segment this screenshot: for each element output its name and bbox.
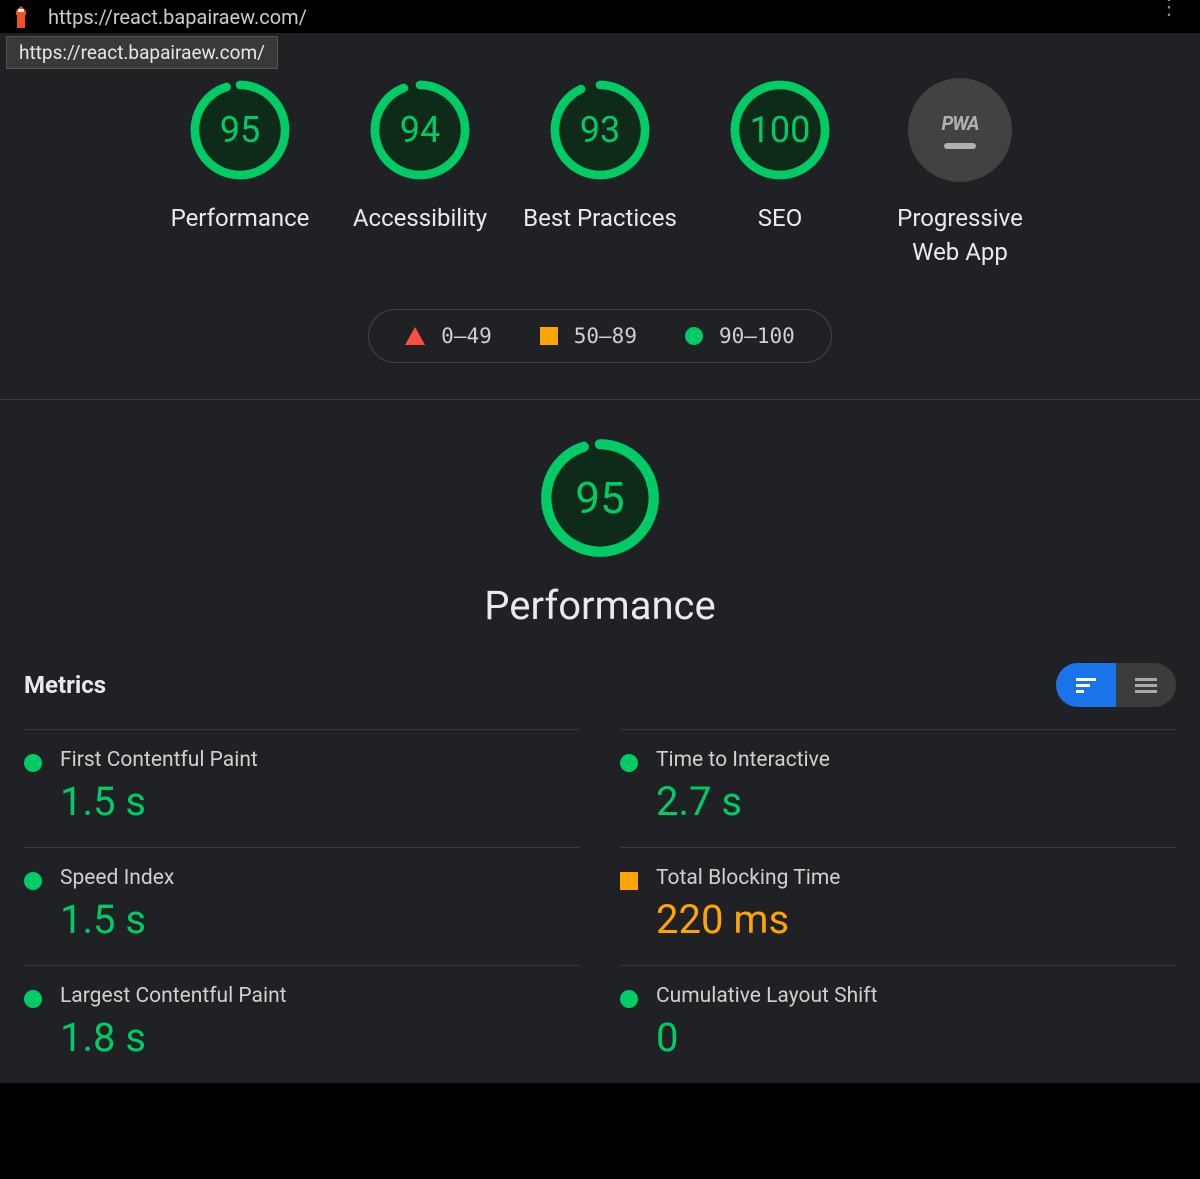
- gauge-score: 93: [548, 78, 652, 182]
- metric-value: 1.8 s: [60, 1014, 580, 1061]
- gauge-label: Performance: [171, 202, 310, 236]
- metric-value: 220 ms: [656, 896, 1176, 943]
- gauge-circle: 95: [188, 78, 292, 182]
- pwa-icon: PWA: [942, 112, 979, 135]
- url-display[interactable]: https://react.bapairaew.com/: [48, 5, 307, 29]
- gauge-circle: 94: [368, 78, 472, 182]
- metric-tbt[interactable]: Total Blocking Time 220 ms: [620, 847, 1176, 965]
- toolbar: https://react.bapairaew.com/ ⋮ https://r…: [0, 0, 1200, 33]
- gauge-performance[interactable]: 95 Performance: [155, 78, 325, 269]
- gauge-circle-large: 95: [538, 436, 662, 560]
- bars-equal-icon: [1135, 678, 1157, 693]
- metrics-title: Metrics: [24, 671, 106, 699]
- report-body: 95 Performance 94 Accessibility 93: [0, 33, 1200, 1083]
- gauge-label: Progressive Web App: [875, 202, 1045, 269]
- legend-pass: 90–100: [685, 324, 795, 348]
- bars-short-icon: [1076, 678, 1096, 693]
- gauge-circle: 93: [548, 78, 652, 182]
- gauge-score: 100: [728, 78, 832, 182]
- status-icon: [24, 754, 42, 772]
- score-gauges: 95 Performance 94 Accessibility 93: [0, 78, 1200, 269]
- status-icon: [620, 872, 638, 890]
- gauge-label: Accessibility: [353, 202, 487, 236]
- metric-value: 2.7 s: [656, 778, 1176, 825]
- metric-fcp[interactable]: First Contentful Paint 1.5 s: [24, 729, 580, 847]
- legend-pass-range: 90–100: [719, 324, 795, 348]
- metric-value: 1.5 s: [60, 778, 580, 825]
- gauge-accessibility[interactable]: 94 Accessibility: [335, 78, 505, 269]
- kebab-menu-icon[interactable]: ⋮: [1158, 3, 1180, 13]
- metric-name: Time to Interactive: [656, 748, 1176, 772]
- metric-cls[interactable]: Cumulative Layout Shift 0: [620, 965, 1176, 1083]
- view-compact-button[interactable]: [1056, 663, 1116, 707]
- gauge-score: 95: [188, 78, 292, 182]
- square-icon: [540, 327, 558, 345]
- gauge-label: SEO: [758, 202, 802, 236]
- legend-average-range: 50–89: [574, 324, 637, 348]
- metric-name: Largest Contentful Paint: [60, 984, 580, 1008]
- status-icon: [24, 872, 42, 890]
- gauge-score: 94: [368, 78, 472, 182]
- pwa-badge: PWA: [908, 78, 1012, 182]
- status-icon: [620, 990, 638, 1008]
- legend-fail-range: 0–49: [441, 324, 492, 348]
- status-icon: [620, 754, 638, 772]
- metrics-grid: First Contentful Paint 1.5 s Time to Int…: [24, 729, 1176, 1083]
- performance-title: Performance: [484, 582, 715, 629]
- view-expanded-button[interactable]: [1116, 663, 1176, 707]
- metrics-section: Metrics First Contentful Paint: [0, 629, 1200, 1083]
- legend-average: 50–89: [540, 324, 637, 348]
- circle-icon: [685, 327, 703, 345]
- legend-pill: 0–49 50–89 90–100: [368, 309, 832, 363]
- metric-lcp[interactable]: Largest Contentful Paint 1.8 s: [24, 965, 580, 1083]
- score-legend: 0–49 50–89 90–100: [0, 309, 1200, 363]
- metric-value: 1.5 s: [60, 896, 580, 943]
- metric-tti[interactable]: Time to Interactive 2.7 s: [620, 729, 1176, 847]
- pwa-bar-icon: [944, 143, 976, 149]
- gauge-best-practices[interactable]: 93 Best Practices: [515, 78, 685, 269]
- gauge-pwa[interactable]: PWA Progressive Web App: [875, 78, 1045, 269]
- triangle-icon: [405, 327, 425, 345]
- performance-header: 95 Performance: [0, 400, 1200, 629]
- performance-score: 95: [538, 436, 662, 560]
- gauge-circle: 100: [728, 78, 832, 182]
- metric-name: Total Blocking Time: [656, 866, 1176, 890]
- gauge-label: Best Practices: [523, 202, 677, 236]
- legend-fail: 0–49: [405, 324, 492, 348]
- lighthouse-icon: [12, 6, 30, 28]
- status-icon: [24, 990, 42, 1008]
- metric-name: Speed Index: [60, 866, 580, 890]
- metrics-header: Metrics: [24, 663, 1176, 707]
- url-tooltip: https://react.bapairaew.com/: [6, 36, 278, 69]
- gauge-seo[interactable]: 100 SEO: [695, 78, 865, 269]
- metric-si[interactable]: Speed Index 1.5 s: [24, 847, 580, 965]
- metric-value: 0: [656, 1014, 1176, 1061]
- metric-name: First Contentful Paint: [60, 748, 580, 772]
- view-toggle: [1056, 663, 1176, 707]
- metric-name: Cumulative Layout Shift: [656, 984, 1176, 1008]
